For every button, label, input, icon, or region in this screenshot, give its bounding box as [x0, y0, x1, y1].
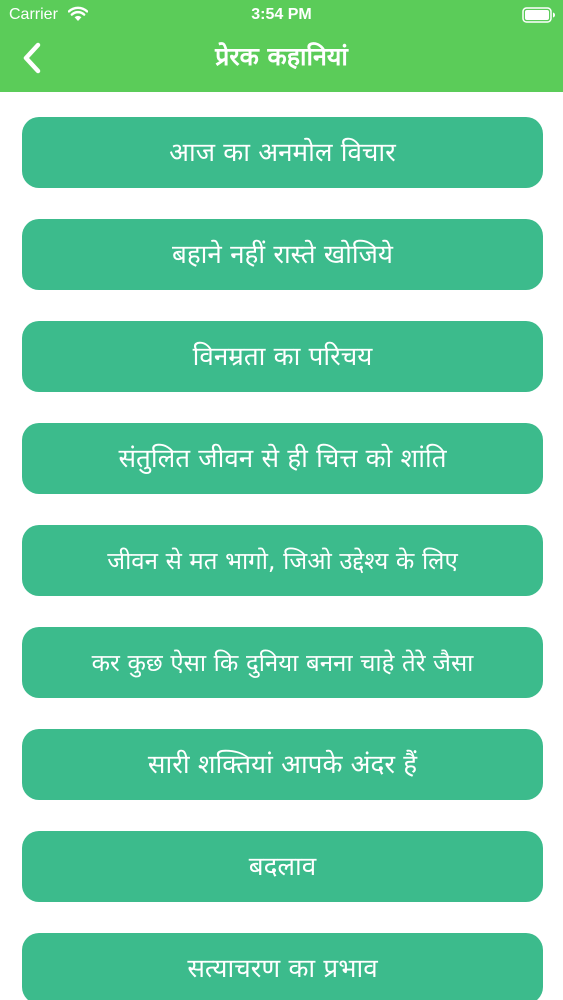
story-button[interactable]: बदलाव [22, 831, 543, 902]
story-button-label: कर कुछ ऐसा कि दुनिया बनना चाहे तेरे जैसा [91, 648, 474, 677]
chevron-left-icon [23, 42, 41, 74]
story-button-label: सत्याचरण का प्रभाव [187, 953, 378, 984]
story-button-label: बदलाव [248, 851, 317, 882]
battery-icon [522, 7, 555, 23]
story-button[interactable]: विनम्रता का परिचय [22, 321, 543, 392]
story-button[interactable]: बहाने नहीं रास्ते खोजिये [22, 219, 543, 290]
story-button-label: संतुलित जीवन से ही चित्त को शांति [118, 443, 447, 474]
status-time: 3:54 PM [251, 6, 312, 23]
status-bar: Carrier 3:54 PM [0, 0, 563, 32]
screen: Carrier 3:54 PM प्रेरक कहानियां आज का अन… [0, 0, 563, 1000]
story-button-label: आज का अनमोल विचार [169, 137, 396, 168]
navigation-header: Carrier 3:54 PM प्रेरक कहानियां [0, 0, 563, 92]
story-button-label: सारी शक्तियां आपके अंदर हैं [147, 749, 418, 780]
story-button[interactable]: कर कुछ ऐसा कि दुनिया बनना चाहे तेरे जैसा [22, 627, 543, 698]
back-button[interactable] [12, 38, 52, 78]
story-button[interactable]: जीवन से मत भागो, जिओ उद्देश्य के लिए [22, 525, 543, 596]
story-button-label: जीवन से मत भागो, जिओ उद्देश्य के लिए [107, 546, 458, 575]
page-title: प्रेरक कहानियां [215, 42, 348, 71]
story-button[interactable]: सत्याचरण का प्रभाव [22, 933, 543, 1000]
story-button[interactable]: सारी शक्तियां आपके अंदर हैं [22, 729, 543, 800]
story-button[interactable]: आज का अनमोल विचार [22, 117, 543, 188]
story-list[interactable]: आज का अनमोल विचार बहाने नहीं रास्ते खोजि… [0, 92, 563, 1000]
story-button[interactable]: संतुलित जीवन से ही चित्त को शांति [22, 423, 543, 494]
story-button-label: बहाने नहीं रास्ते खोजिये [172, 239, 393, 270]
story-button-label: विनम्रता का परिचय [192, 341, 373, 372]
